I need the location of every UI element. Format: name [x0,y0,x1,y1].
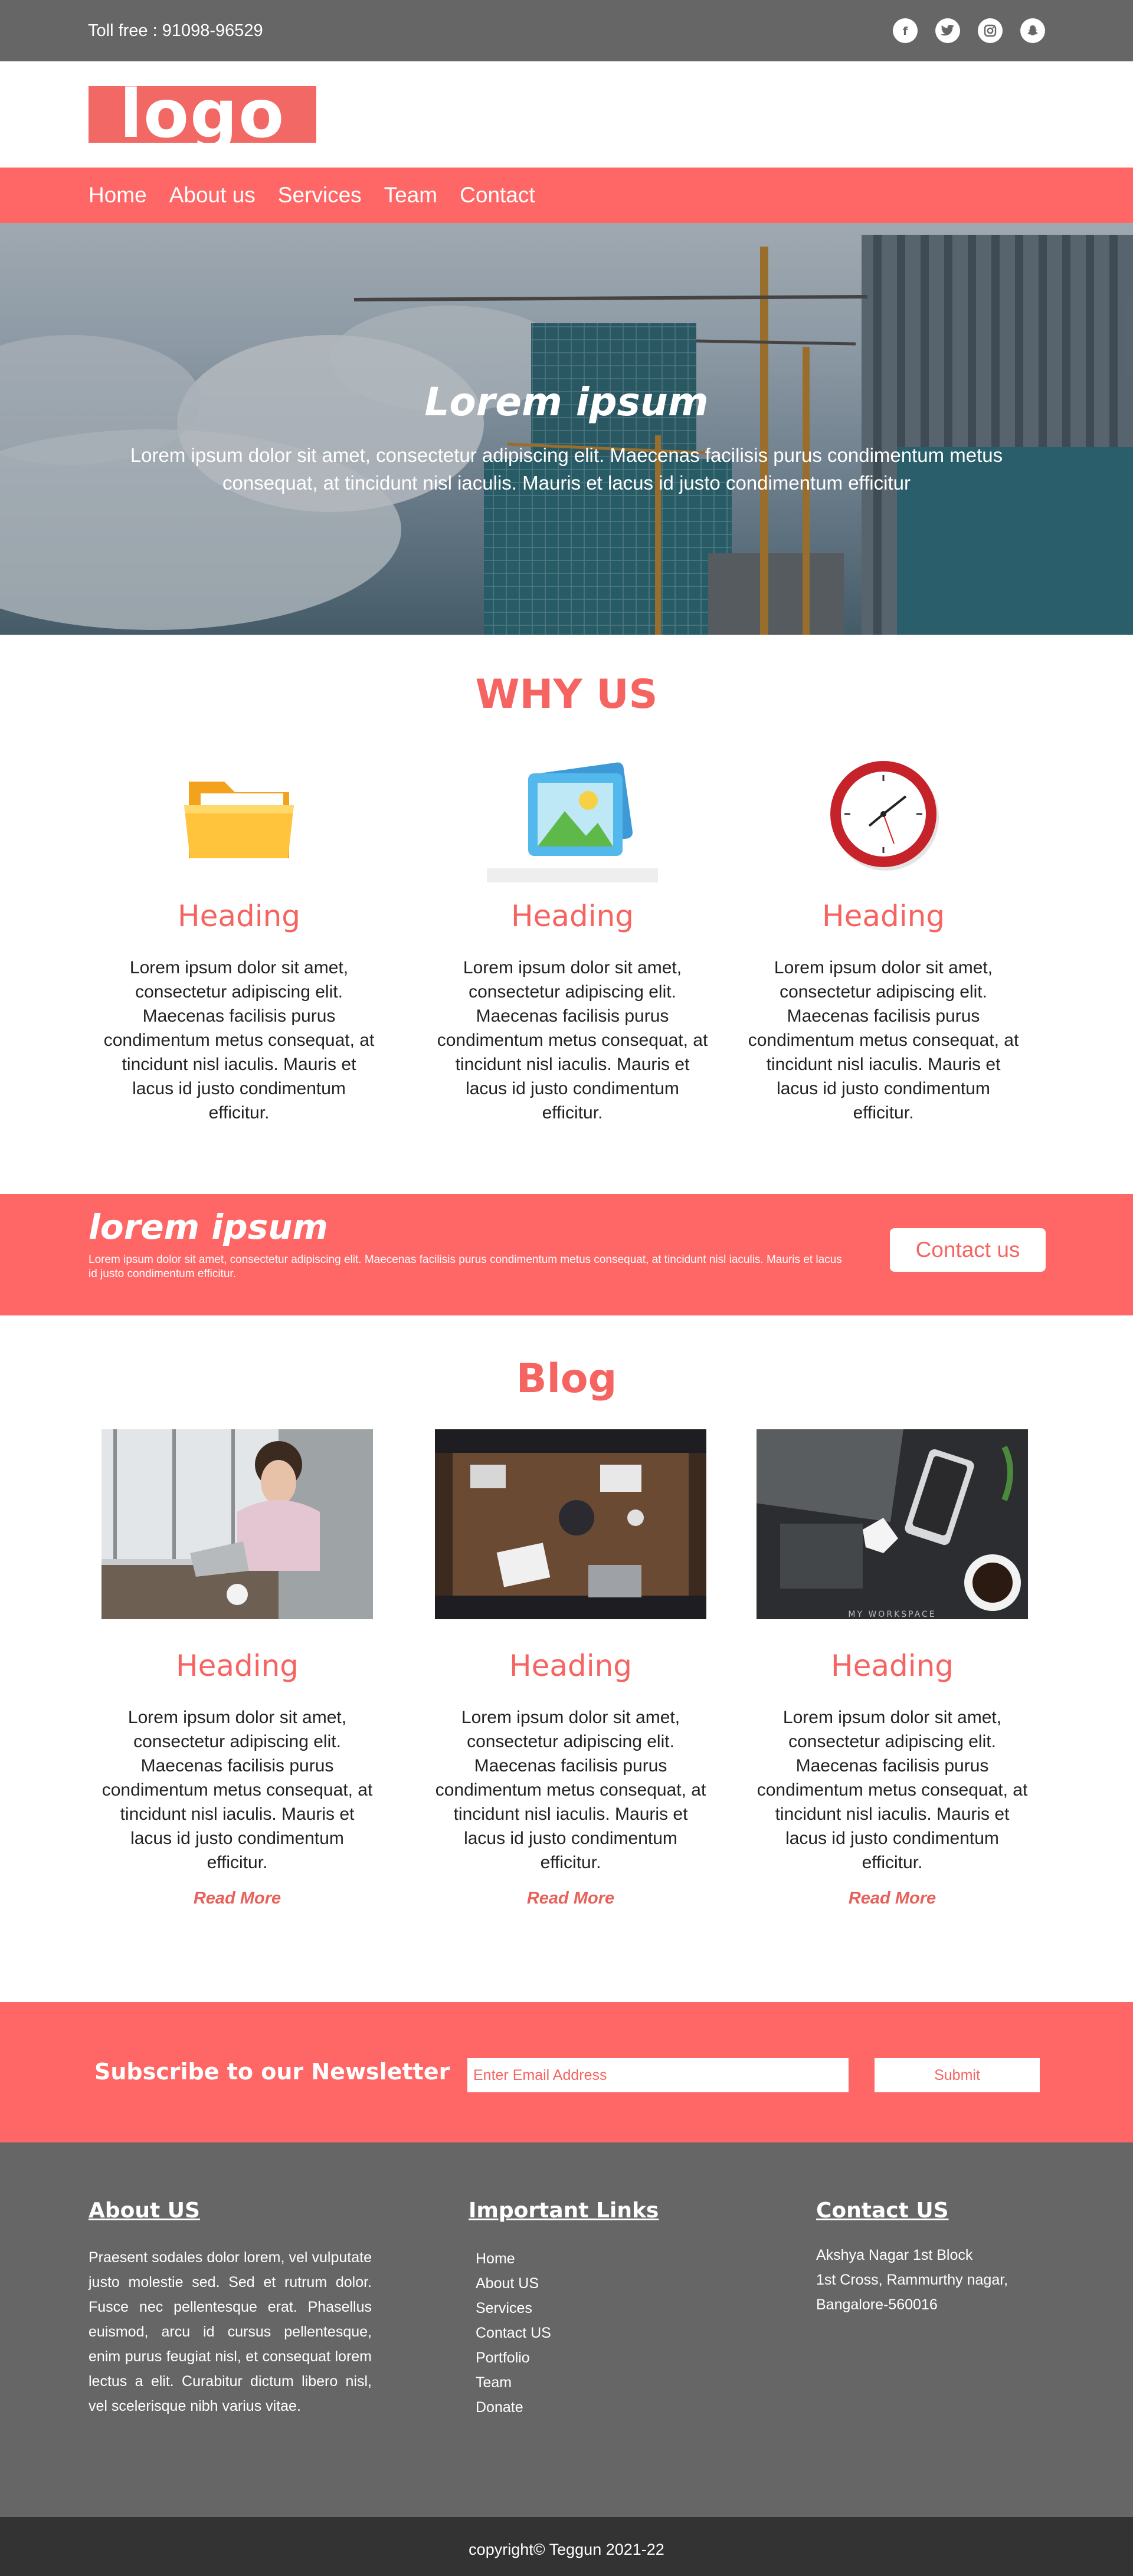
footer-about: About US Praesent sodales dolor lorem, v… [89,2198,372,2419]
why-card-1: Heading Lorem ipsum dolor sit amet, cons… [103,741,375,1125]
why-card-heading: Heading [821,899,945,933]
copyright-text: copyright© Teggun 2021-22 [469,2540,664,2558]
logo-area: logo [0,61,1133,168]
blog-card-text: Lorem ipsum dolor sit amet, consectetur … [435,1708,706,1872]
nav-item-team[interactable]: Team [384,183,437,208]
why-card-heading: Heading [177,899,301,933]
image-icon [437,741,708,886]
footer-address: Akshya Nagar 1st Block 1st Cross, Rammur… [816,2243,1008,2317]
blog-card-text: Lorem ipsum dolor sit amet, consectetur … [757,1708,1028,1872]
blog-card-1: Heading Lorem ipsum dolor sit amet, cons… [99,1429,376,1908]
why-card-text: Lorem ipsum dolor sit amet, consectetur … [103,958,375,1123]
footer-link-team[interactable]: Team [476,2370,659,2395]
newsletter-title: Subscribe to our Newsletter [94,2059,450,2085]
newsletter-section: Subscribe to our Newsletter Submit [0,2002,1133,2142]
blog-card-heading: Heading [509,1649,633,1683]
nav-item-contact[interactable]: Contact [460,183,535,208]
facebook-icon[interactable]: f [893,18,918,43]
why-card-text: Lorem ipsum dolor sit amet, consectetur … [437,958,708,1123]
contact-us-button[interactable]: Contact us [890,1228,1046,1272]
read-more-link[interactable]: Read More [849,1889,936,1908]
hero-title: Lorem ipsum [424,379,709,425]
address-line: Akshya Nagar 1st Block [816,2247,973,2263]
why-us-title: WHY US [475,671,658,718]
blog-card-heading: Heading [175,1649,299,1683]
why-us-cards: Heading Lorem ipsum dolor sit amet, cons… [0,741,1133,1154]
snapchat-icon[interactable] [1020,18,1045,43]
read-more-link[interactable]: Read More [527,1889,614,1908]
blog-card-heading: Heading [830,1649,954,1683]
folder-icon [103,741,375,886]
cta-banner: lorem ipsum Lorem ipsum dolor sit amet, … [0,1194,1133,1315]
cta-title: lorem ipsum [89,1207,328,1247]
footer-link-about-us[interactable]: About US [476,2271,659,2296]
footer-links: Important Links Home About US Services C… [469,2198,659,2420]
blog-card-2: Heading Lorem ipsum dolor sit amet, cons… [432,1429,709,1908]
why-card-2: Heading Lorem ipsum dolor sit amet, cons… [437,741,708,1125]
read-more-link[interactable]: Read More [194,1889,281,1908]
why-card-text: Lorem ipsum dolor sit amet, consectetur … [748,958,1019,1123]
why-us-section: WHY US Heading Lorem ipsum dolor sit ame… [0,635,1133,1194]
footer-link-contact-us[interactable]: Contact US [476,2321,659,2345]
top-bar: Toll free : 91098-96529 f [0,0,1133,61]
svg-text:f: f [903,25,908,37]
footer-link-portfolio[interactable]: Portfolio [476,2345,659,2370]
footer-about-text: Praesent sodales dolor lorem, vel vulput… [89,2249,372,2414]
submit-button[interactable]: Submit [875,2058,1040,2092]
address-line: Bangalore-560016 [816,2296,938,2313]
why-card-heading: Heading [510,899,634,933]
workspace-caption: MY WORKSPACE [848,1610,936,1619]
nav-item-home[interactable]: Home [89,183,147,208]
site-logo[interactable]: logo [89,86,316,143]
blog-image-woman-laptop[interactable] [101,1429,373,1619]
clock-icon [748,741,1019,886]
social-links: f [893,18,1045,43]
blog-image-team-table[interactable] [435,1429,706,1619]
blog-card-text: Lorem ipsum dolor sit amet, consectetur … [101,1708,373,1872]
cta-text: Lorem ipsum dolor sit amet, consectetur … [89,1253,842,1280]
footer-links-title: Important Links [469,2198,659,2223]
footer: About US Praesent sodales dolor lorem, v… [0,2142,1133,2517]
twitter-icon[interactable] [935,18,960,43]
instagram-icon[interactable] [978,18,1003,43]
copyright-bar: copyright© Teggun 2021-22 [0,2517,1133,2576]
hero-text: Lorem ipsum Lorem ipsum dolor sit amet, … [0,379,1133,497]
footer-contact-title: Contact US [816,2198,949,2223]
why-card-3: Heading Lorem ipsum dolor sit amet, cons… [748,741,1019,1125]
address-line: 1st Cross, Rammurthy nagar, [816,2272,1008,2288]
footer-link-donate[interactable]: Donate [476,2395,659,2420]
blog-image-workspace[interactable]: MY WORKSPACE [757,1429,1028,1619]
email-input[interactable] [467,2058,849,2092]
toll-free-number: Toll free : 91098-96529 [88,21,263,40]
footer-link-services[interactable]: Services [476,2296,659,2321]
page: Toll free : 91098-96529 f logo Home Abou… [0,0,1133,2576]
nav-item-services[interactable]: Services [278,183,362,208]
footer-link-home[interactable]: Home [476,2246,659,2271]
hero-subtitle: Lorem ipsum dolor sit amet, consectetur … [130,444,1003,494]
blog-card-3: MY WORKSPACE Heading Lorem ipsum dolor s… [754,1429,1031,1908]
footer-links-list: Home About US Services Contact US Portfo… [469,2246,659,2420]
blog-cards: Heading Lorem ipsum dolor sit amet, cons… [0,1429,1133,2066]
main-nav: Home About us Services Team Contact [0,168,1133,223]
footer-contact: Contact US Akshya Nagar 1st Block 1st Cr… [816,2198,1008,2317]
blog-title: Blog [516,1356,617,1402]
hero-banner: Lorem ipsum Lorem ipsum dolor sit amet, … [0,223,1133,635]
blog-section: Blog Heading Lorem ipsum dolor sit amet,… [0,1315,1133,2002]
footer-about-title: About US [89,2198,200,2223]
nav-item-about-us[interactable]: About us [169,183,256,208]
